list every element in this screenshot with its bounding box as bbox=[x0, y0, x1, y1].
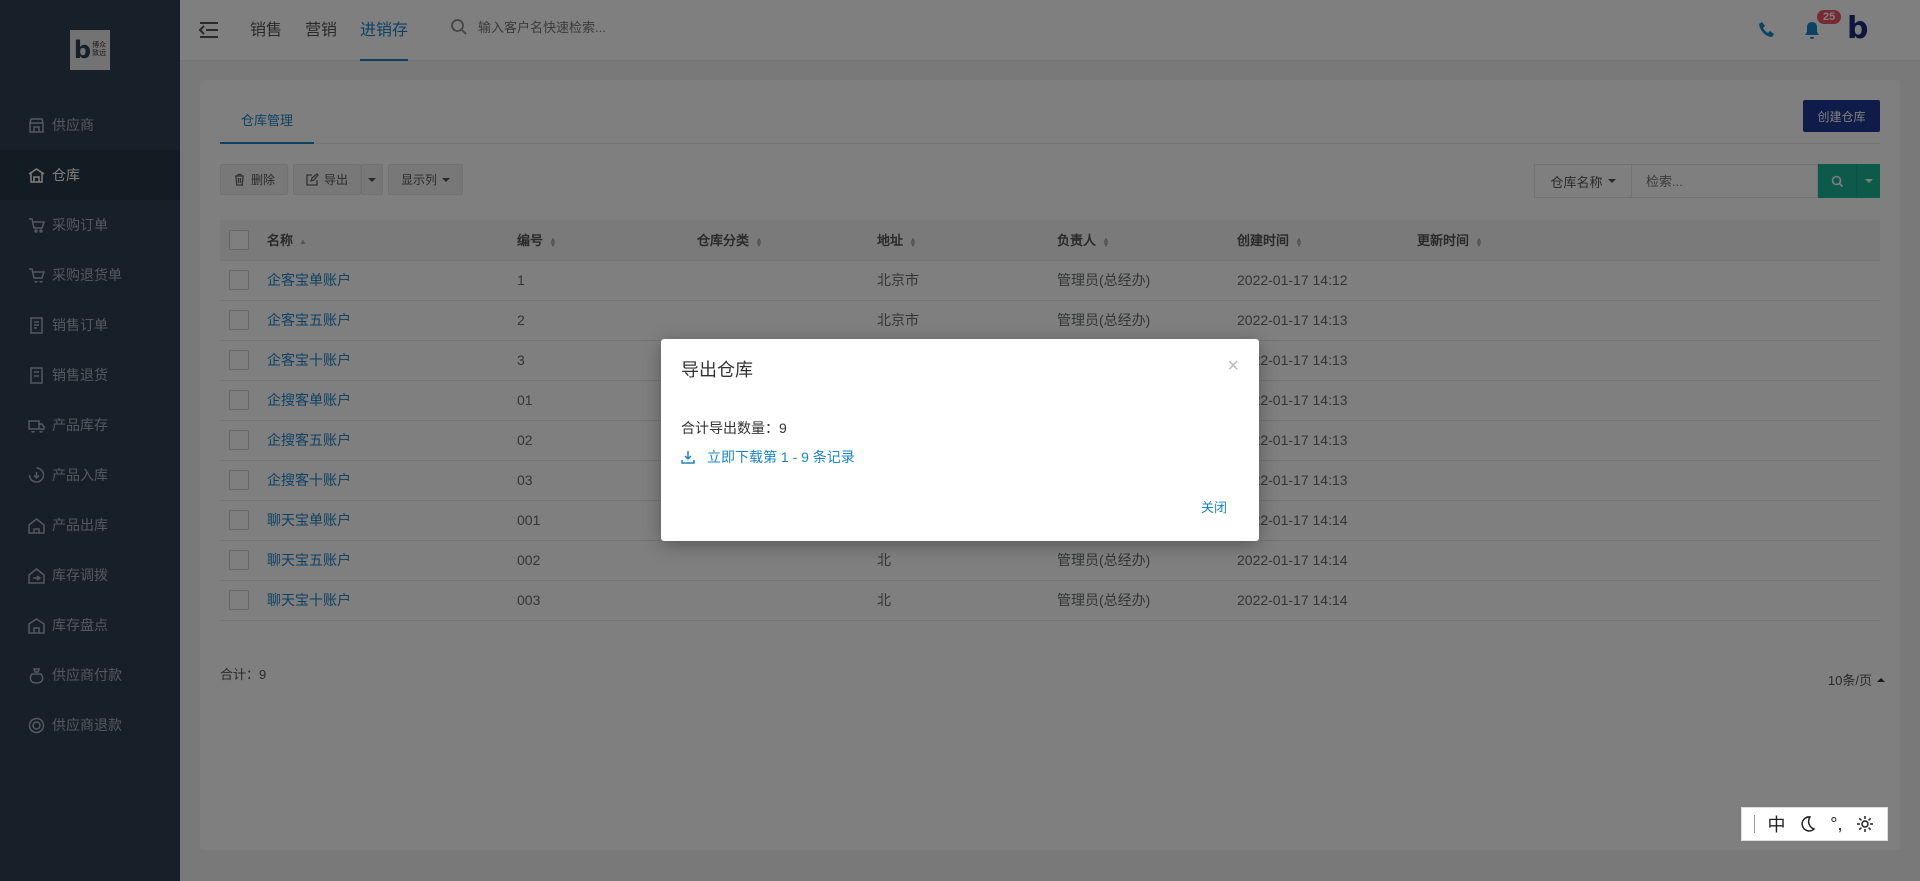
ime-mode-toggle[interactable]: 中 bbox=[1768, 811, 1786, 837]
export-dialog: 导出仓库 × 合计导出数量：9 立即下载第 1 - 9 条记录 关闭 bbox=[661, 339, 1259, 541]
download-link-label: 立即下载第 1 - 9 条记录 bbox=[707, 449, 855, 465]
moon-icon[interactable] bbox=[1798, 814, 1818, 834]
close-button[interactable]: 关闭 bbox=[1201, 497, 1227, 516]
ime-punctuation-toggle[interactable]: °, bbox=[1830, 814, 1842, 835]
download-link[interactable]: 立即下载第 1 - 9 条记录 bbox=[681, 447, 855, 467]
ime-drag-handle[interactable] bbox=[1754, 815, 1756, 833]
close-icon[interactable]: × bbox=[1227, 355, 1239, 378]
gear-icon[interactable] bbox=[1855, 814, 1875, 834]
dialog-title: 导出仓库 bbox=[681, 360, 753, 380]
download-icon bbox=[681, 451, 695, 464]
export-count: 合计导出数量：9 bbox=[681, 420, 787, 436]
ime-toolbar: 中 °, bbox=[1741, 807, 1888, 841]
